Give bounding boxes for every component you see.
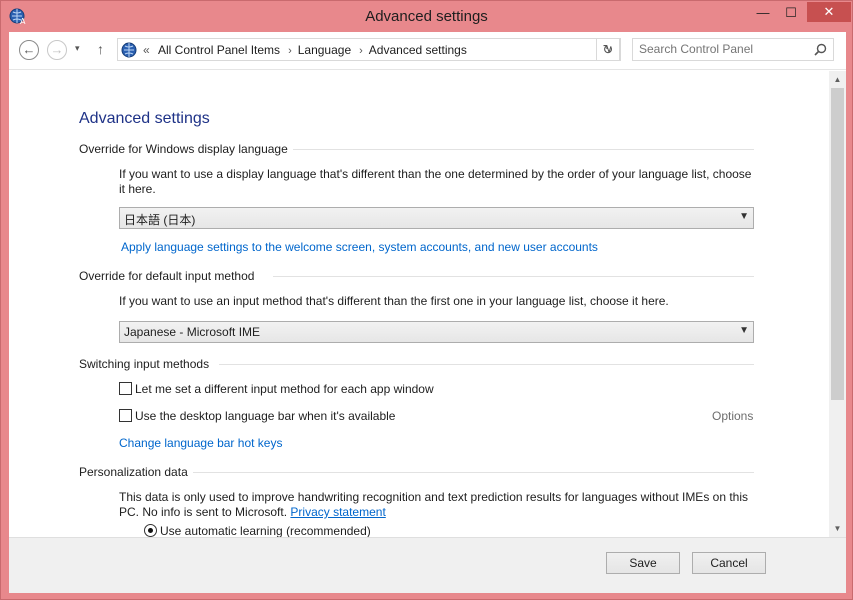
personalization-heading: Personalization data — [79, 465, 188, 479]
client-area: ← → ▾ ↑ « All Control Panel Items › Langua… — [9, 32, 846, 593]
display-language-select[interactable]: 日本語 (日本) ▼ — [119, 207, 754, 229]
back-button[interactable]: ← — [19, 40, 39, 60]
input-method-value: Japanese - Microsoft IME — [124, 325, 261, 339]
address-overflow-chevron[interactable]: « — [143, 43, 150, 57]
search-box[interactable] — [632, 38, 834, 61]
language-bar-checkbox-row[interactable]: Use the desktop language bar when it's a… — [119, 409, 395, 423]
refresh-button[interactable]: ↻ — [596, 38, 620, 61]
input-method-description: If you want to use an input method that'… — [119, 294, 669, 308]
address-bar[interactable]: « All Control Panel Items › Language › Advan… — [117, 38, 621, 61]
vertical-scrollbar[interactable]: ▲ ▼ — [829, 71, 846, 537]
personalization-text: This data is only used to improve handwr… — [119, 490, 749, 519]
section-divider — [273, 276, 754, 277]
breadcrumb-advanced-settings[interactable]: Advanced settings — [369, 43, 467, 57]
section-divider — [293, 149, 754, 150]
search-icon[interactable] — [814, 43, 827, 56]
settings-content: Advanced settings Override for Windows d… — [9, 71, 829, 537]
minimize-button[interactable]: — — [749, 2, 777, 24]
section-divider — [219, 364, 754, 365]
display-language-value: 日本語 (日本) — [124, 213, 196, 227]
breadcrumb-language[interactable]: Language — [298, 43, 351, 57]
language-bar-label[interactable]: Use the desktop language bar when it's a… — [135, 409, 395, 423]
apply-welcome-screen-link[interactable]: Apply language settings to the welcome s… — [121, 240, 761, 255]
language-globe-icon — [121, 42, 137, 58]
window-title: Advanced settings — [365, 8, 488, 25]
input-method-select[interactable]: Japanese - Microsoft IME ▼ — [119, 321, 754, 343]
dialog-footer: Save Cancel — [9, 537, 846, 593]
breadcrumb-all-items[interactable]: All Control Panel Items — [158, 43, 280, 57]
switching-heading: Switching input methods — [79, 357, 210, 371]
automatic-learning-label[interactable]: Use automatic learning (recommended) — [160, 524, 371, 537]
display-language-description: If you want to use a display language th… — [119, 167, 752, 196]
page-title: Advanced settings — [79, 110, 210, 127]
privacy-statement-link[interactable]: Privacy statement — [290, 505, 385, 519]
section-divider — [193, 472, 754, 473]
search-input[interactable] — [639, 42, 809, 56]
per-app-input-checkbox[interactable] — [119, 382, 132, 395]
scroll-down-arrow-icon[interactable]: ▼ — [829, 520, 846, 537]
automatic-learning-radio-row[interactable]: Use automatic learning (recommended) — [144, 524, 371, 537]
per-app-input-label[interactable]: Let me set a different input method for … — [135, 382, 434, 396]
forward-button[interactable]: → — [47, 40, 67, 60]
up-button[interactable]: ↑ — [97, 41, 104, 57]
close-button[interactable]: ✕ — [807, 2, 851, 22]
breadcrumb: All Control Panel Items › Language › Advance… — [158, 43, 467, 57]
save-button[interactable]: Save — [606, 552, 680, 574]
per-app-input-checkbox-row[interactable]: Let me set a different input method for … — [119, 382, 434, 396]
language-bar-checkbox[interactable] — [119, 409, 132, 422]
scrollbar-thumb[interactable] — [831, 88, 844, 400]
recent-locations-button[interactable]: ▾ — [75, 43, 80, 54]
breadcrumb-separator-icon[interactable]: › — [288, 45, 292, 57]
display-language-heading: Override for Windows display language — [79, 142, 288, 156]
chevron-down-icon: ▼ — [739, 325, 749, 336]
cancel-button[interactable]: Cancel — [692, 552, 766, 574]
personalization-description: This data is only used to improve handwr… — [119, 490, 759, 520]
navigation-bar: ← → ▾ ↑ « All Control Panel Items › Langua… — [9, 32, 846, 70]
input-method-heading: Override for default input method — [79, 269, 255, 283]
automatic-learning-radio[interactable] — [144, 524, 157, 537]
maximize-button[interactable]: ☐ — [777, 2, 805, 24]
change-hotkeys-link[interactable]: Change language bar hot keys — [119, 436, 419, 451]
breadcrumb-separator-icon[interactable]: › — [359, 45, 363, 57]
title-bar[interactable]: A Advanced settings — ☐ ✕ — [1, 1, 852, 32]
scroll-up-arrow-icon[interactable]: ▲ — [829, 71, 846, 88]
control-panel-window: A Advanced settings — ☐ ✕ ← → ▾ ↑ « All … — [0, 0, 853, 600]
chevron-down-icon: ▼ — [739, 211, 749, 222]
language-bar-options-link[interactable]: Options — [712, 409, 753, 423]
